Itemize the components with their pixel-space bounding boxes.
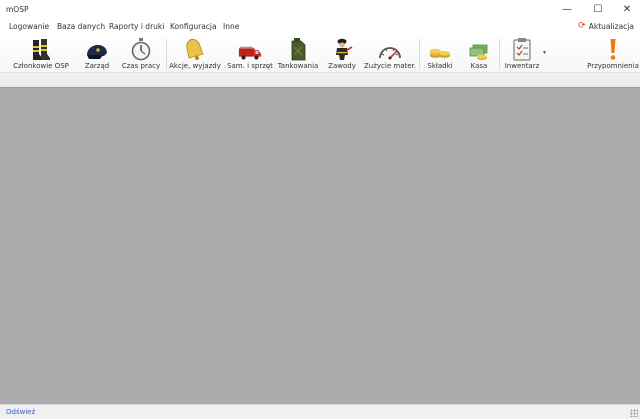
toolbar-label: Przypomnienia [587, 62, 639, 70]
mdi-workspace[interactable] [0, 88, 640, 404]
toolbar-members-button[interactable]: Członkowie OSP [12, 35, 70, 72]
toolbar-work-time-button[interactable]: Czas pracy [120, 35, 162, 72]
toolbar-cash-button[interactable]: Kasa [462, 35, 496, 72]
cap-icon [85, 37, 109, 61]
ribbon-toolbar: Członkowie OSP Zarząd Czas pracy Akcje, … [0, 35, 640, 72]
toolbar-separator [419, 39, 420, 69]
menu-inne[interactable]: Inne [223, 22, 239, 31]
gauge-icon [378, 37, 402, 61]
close-button[interactable]: ✕ [612, 0, 640, 19]
toolbar-label: Czas pracy [121, 62, 161, 70]
toolbar-vehicles-button[interactable]: Sam. i sprzęt [227, 35, 273, 72]
tab-strip [0, 72, 640, 88]
update-button[interactable]: ⟳ Aktualizacja [578, 21, 634, 32]
title-bar: mOSP — ☐ ✕ [0, 0, 640, 19]
toolbar-materials-button[interactable]: Zużycie mater. [364, 35, 416, 72]
inventory-dropdown-arrow[interactable]: ▾ [543, 49, 546, 56]
stopwatch-icon [129, 37, 153, 61]
toolbar-label: Zużycie mater. [364, 62, 416, 70]
toolbar-label: Inwentarz [504, 62, 540, 70]
toolbar-board-button[interactable]: Zarząd [81, 35, 113, 72]
menu-bar: Logowanie Baza danych Raporty i druki Ko… [0, 19, 640, 35]
toolbar-label: Sam. i sprzęt [227, 62, 273, 70]
toolbar-label: Składki [427, 62, 453, 70]
firefighter-icon [330, 37, 354, 61]
toolbar-refueling-button[interactable]: Tankowania [277, 35, 319, 72]
jerrycan-icon [286, 37, 310, 61]
toolbar-reminders-button[interactable]: Przypomnienia [587, 35, 639, 72]
coins-icon [428, 37, 452, 61]
refresh-icon: ⟳ [578, 21, 586, 31]
refresh-link[interactable]: Odśwież [6, 408, 35, 416]
update-label: Aktualizacja [588, 22, 634, 31]
toolbar-label: Zawody [328, 62, 356, 70]
clipboard-icon [510, 37, 534, 61]
minimize-button[interactable]: — [552, 0, 582, 19]
toolbar-fees-button[interactable]: Składki [423, 35, 457, 72]
toolbar-separator [166, 39, 167, 69]
toolbar-competitions-button[interactable]: Zawody [324, 35, 360, 72]
resize-grip[interactable] [630, 409, 638, 417]
toolbar-label: Akcje, wyjazdy [169, 62, 221, 70]
toolbar-label: Kasa [470, 62, 488, 70]
toolbar-actions-button[interactable]: Akcje, wyjazdy [169, 35, 221, 72]
toolbar-separator [499, 39, 500, 69]
maximize-button[interactable]: ☐ [583, 0, 613, 19]
menu-raporty-i-druki[interactable]: Raporty i druki [109, 22, 164, 31]
window-title: mOSP [6, 5, 29, 14]
exclamation-icon [601, 37, 625, 61]
bell-icon [183, 37, 207, 61]
fire-truck-icon [238, 37, 262, 61]
boots-icon [29, 37, 53, 61]
toolbar-label: Zarząd [84, 62, 110, 70]
menu-konfiguracja[interactable]: Konfiguracja [170, 22, 217, 31]
toolbar-label: Tankowania [277, 62, 319, 70]
menu-logowanie[interactable]: Logowanie [9, 22, 49, 31]
toolbar-label: Członkowie OSP [13, 62, 69, 70]
cash-icon [467, 37, 491, 61]
toolbar-inventory-button[interactable]: Inwentarz [503, 35, 541, 72]
status-bar: Odśwież [0, 404, 640, 419]
menu-baza-danych[interactable]: Baza danych [57, 22, 105, 31]
